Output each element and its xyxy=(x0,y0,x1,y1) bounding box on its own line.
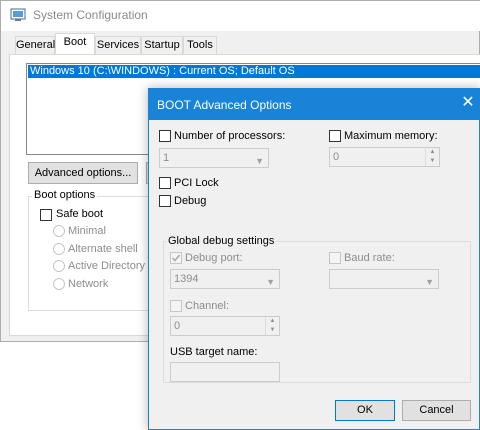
tab-tools[interactable]: Tools xyxy=(183,36,217,54)
pci-lock-checkbox[interactable] xyxy=(159,177,171,189)
tab-label: Services xyxy=(96,39,140,51)
radio-active-directory[interactable] xyxy=(53,260,65,272)
safe-boot-label: Safe boot xyxy=(56,208,104,220)
debug-label: Debug xyxy=(174,195,207,207)
radio-network-label: Network xyxy=(68,278,109,290)
debug-checkbox[interactable] xyxy=(159,195,171,207)
debug-port-select[interactable]: 1394 ▼ xyxy=(170,269,280,289)
boot-advanced-options-dialog: BOOT Advanced Options ✕ Number of proces… xyxy=(148,88,480,430)
os-list-item[interactable]: Windows 10 (C:\WINDOWS) : Current OS; De… xyxy=(28,65,480,78)
checkmark-icon xyxy=(171,254,181,262)
debug-port-label: Debug port: xyxy=(185,252,243,264)
radio-active-directory-label: Active Directory re xyxy=(68,260,158,272)
tab-label: Tools xyxy=(187,39,213,51)
safe-boot-checkbox[interactable] xyxy=(40,209,52,221)
number-of-processors-value: 1 xyxy=(163,152,170,164)
debug-port-value: 1394 xyxy=(174,273,199,285)
baud-rate-label: Baud rate: xyxy=(344,252,395,264)
tab-label: General xyxy=(16,39,56,51)
radio-alternate-shell-label: Alternate shell xyxy=(68,243,138,255)
boot-options-label: Boot options xyxy=(32,189,98,201)
pci-lock-label: PCI Lock xyxy=(174,177,219,189)
window-title: System Configuration xyxy=(33,8,148,22)
channel-checkbox[interactable] xyxy=(170,300,182,312)
dialog-title-bar[interactable]: BOOT Advanced Options ✕ xyxy=(149,89,479,120)
channel-value: 0 xyxy=(174,320,181,332)
ok-button[interactable]: OK xyxy=(335,400,395,421)
maximum-memory-checkbox[interactable] xyxy=(329,130,341,142)
spin-down-icon[interactable]: ▼ xyxy=(426,157,439,166)
close-icon[interactable]: ✕ xyxy=(459,94,477,112)
spin-up-icon[interactable]: ▲ xyxy=(266,317,279,326)
channel-spin-buttons[interactable]: ▲ ▼ xyxy=(265,317,279,335)
channel-stepper[interactable]: 0 ▲ ▼ xyxy=(170,316,280,336)
advanced-options-button[interactable]: Advanced options... xyxy=(28,162,138,184)
spin-down-icon[interactable]: ▼ xyxy=(266,326,279,335)
number-of-processors-checkbox[interactable] xyxy=(159,130,171,142)
tab-label: Boot xyxy=(63,36,87,48)
usb-target-name-label: USB target name: xyxy=(170,346,258,358)
tab-general[interactable]: General xyxy=(15,36,55,54)
radio-minimal[interactable] xyxy=(53,225,65,237)
maximum-memory-stepper[interactable]: 0 ▲ ▼ xyxy=(329,147,440,167)
dialog-title: BOOT Advanced Options xyxy=(157,98,292,112)
tab-services[interactable]: Services xyxy=(95,36,141,54)
msconfig-icon xyxy=(10,8,26,22)
maximum-memory-value: 0 xyxy=(333,151,340,163)
usb-target-name-field[interactable] xyxy=(170,362,280,382)
tab-label: Startup xyxy=(144,39,180,51)
chevron-down-icon: ▼ xyxy=(425,277,434,287)
global-debug-settings-label: Global debug settings xyxy=(166,235,277,247)
radio-network[interactable] xyxy=(53,278,65,290)
radio-minimal-label: Minimal xyxy=(68,225,106,237)
title-bar[interactable]: System Configuration xyxy=(1,1,480,31)
spin-up-icon[interactable]: ▲ xyxy=(426,148,439,157)
baud-rate-checkbox[interactable] xyxy=(329,252,341,264)
baud-rate-select[interactable]: ▼ xyxy=(329,269,439,289)
chevron-down-icon: ▼ xyxy=(255,156,264,166)
tab-boot[interactable]: Boot xyxy=(55,33,95,55)
channel-label: Channel: xyxy=(185,300,230,312)
number-of-processors-select[interactable]: 1 ▼ xyxy=(159,148,269,168)
number-of-processors-label: Number of processors: xyxy=(174,130,286,142)
memory-spin-buttons[interactable]: ▲ ▼ xyxy=(425,148,439,166)
chevron-down-icon: ▼ xyxy=(266,277,275,287)
maximum-memory-label: Maximum memory: xyxy=(344,130,438,142)
debug-port-checkbox[interactable] xyxy=(170,252,182,264)
cancel-button[interactable]: Cancel xyxy=(402,400,471,421)
tab-startup[interactable]: Startup xyxy=(141,36,183,54)
radio-alternate-shell[interactable] xyxy=(53,243,65,255)
